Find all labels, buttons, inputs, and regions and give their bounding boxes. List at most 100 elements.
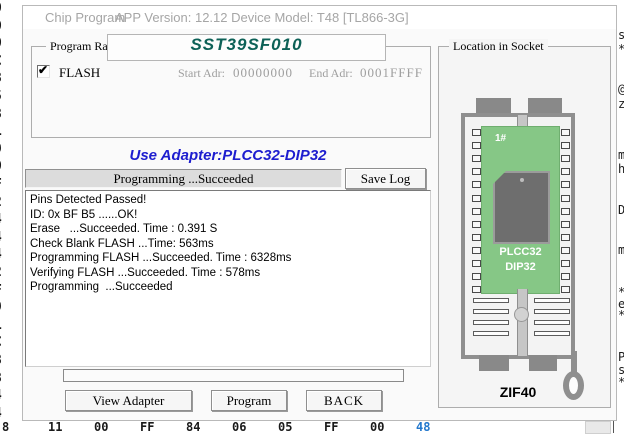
- socket-pin-left: [472, 286, 481, 293]
- background-hex-char: 3: [0, 71, 2, 86]
- background-hex-char: F: [0, 283, 2, 298]
- socket-bottom-tab-left: [479, 355, 509, 371]
- background-hex-char: 0: [0, 1, 2, 16]
- background-hex-char: C: [0, 54, 2, 69]
- end-adr-label: End Adr:: [309, 66, 353, 81]
- background-hex-char: 9: [0, 142, 2, 157]
- socket-pin-right: [561, 208, 570, 215]
- start-adr-value: 00000000: [233, 65, 293, 81]
- flash-checkbox[interactable]: ✔: [37, 65, 50, 78]
- status-progress-bar: Programming ...Succeeded: [25, 169, 342, 188]
- view-adapter-button[interactable]: View Adapter: [65, 390, 192, 411]
- background-hex-char: 4: [0, 247, 2, 262]
- end-adr-value: 0001FFFF: [360, 65, 423, 81]
- background-hex-char: 0: [0, 159, 2, 174]
- background-hex-byte: 84: [186, 420, 200, 434]
- location-in-socket-label: Location in Socket: [449, 39, 548, 54]
- socket-pin-right: [561, 234, 570, 241]
- background-hex-char: F: [0, 177, 2, 192]
- background-hex-char: 9: [0, 300, 2, 315]
- adapter-board-label-2: DIP32: [481, 261, 560, 273]
- background-hex-char: 5: [0, 89, 2, 104]
- dialog-title: Chip Program: [45, 10, 125, 25]
- dialog-subtitle: APP Version: 12.12 Device Model: T48 [TL…: [115, 10, 409, 25]
- socket-pin-right: [561, 129, 570, 136]
- background-ascii-char: P: [618, 350, 624, 364]
- background-hex-char: 3: [0, 107, 2, 122]
- background-hex-char: 4: [0, 388, 2, 403]
- socket-pin-right: [561, 273, 570, 280]
- background-hex-char: 8: [0, 371, 2, 386]
- adapter-board-label-1: PLCC32: [481, 246, 560, 258]
- socket-stem-nut: [514, 307, 529, 322]
- background-ascii-char: *: [618, 42, 624, 56]
- background-ascii-char: *: [618, 375, 624, 389]
- background-hex-char: 1: [0, 124, 2, 139]
- plcc32-chip: [493, 171, 550, 244]
- socket-pin-left: [472, 221, 481, 228]
- socket-slot-right: [534, 320, 570, 325]
- background-hex-char: 0: [0, 36, 2, 51]
- board-ref-label: 1#: [495, 133, 506, 144]
- operation-progress-bar: [63, 369, 404, 382]
- screen: { "titlebar": { "title": "Chip Program",…: [0, 0, 624, 433]
- socket-pin-right: [561, 221, 570, 228]
- start-adr-label: Start Adr:: [178, 66, 225, 81]
- socket-slot-left: [473, 309, 509, 314]
- background-hex-char: C: [0, 335, 2, 350]
- background-hex-column: 000C353190F24442F91C8844: [0, 0, 12, 433]
- background-hex-byte: FF: [324, 420, 338, 434]
- checkmark-icon: ✔: [38, 63, 48, 77]
- use-adapter-notice: Use Adapter:PLCC32-DIP32: [23, 147, 433, 164]
- chip-program-dialog: Chip Program APP Version: 12.12 Device M…: [22, 5, 617, 421]
- background-hex-char: 0: [0, 19, 2, 34]
- socket-pin-right: [561, 286, 570, 293]
- socket-slot-left: [473, 320, 509, 325]
- chip-corner-cut: [493, 171, 506, 184]
- back-button[interactable]: BACK: [306, 390, 382, 411]
- socket-slot-left: [473, 298, 509, 303]
- log-line: Pins Detected Passed!: [30, 193, 426, 208]
- log-line: Erase ...Succeeded. Time : 0.391 S: [30, 222, 426, 237]
- log-area[interactable]: Pins Detected Passed!ID: 0x BF B5 ......…: [25, 190, 431, 367]
- device-name-banner: SST39SF010: [107, 34, 386, 61]
- program-button[interactable]: Program: [211, 390, 287, 411]
- background-scrollbar-fragment: [585, 421, 611, 434]
- chip-pin1-dot: [520, 178, 524, 182]
- background-ascii-char: *: [618, 308, 624, 322]
- background-hex-char: 8: [0, 353, 2, 368]
- socket-pin-right: [561, 155, 570, 162]
- background-ascii-char: m: [618, 148, 624, 162]
- socket-pin-right: [561, 195, 570, 202]
- socket-top-tab-left: [476, 98, 511, 114]
- socket-pin-right: [561, 142, 570, 149]
- socket-pin-left: [472, 155, 481, 162]
- log-line: Verifying FLASH ...Succeeded. Time : 578…: [30, 266, 426, 281]
- socket-pin-left: [472, 260, 481, 267]
- socket-slot-right: [534, 331, 570, 336]
- background-window-divider: [613, 420, 614, 433]
- log-line: Programming ...Succeeded: [30, 280, 426, 295]
- background-ascii-column: s*@zmhDm*e*Ps*: [618, 0, 624, 433]
- flash-checkbox-label: FLASH: [59, 65, 100, 81]
- log-line: Check Blank FLASH ...Time: 563ms: [30, 237, 426, 252]
- socket-pin-left: [472, 208, 481, 215]
- background-hex-byte: 00: [94, 420, 108, 434]
- log-line: ID: 0x BF B5 ......OK!: [30, 208, 426, 223]
- background-hex-selected: 48: [416, 420, 430, 434]
- background-hex-row: 48 81100FF840605FF00: [0, 420, 624, 433]
- socket-pin-left: [472, 142, 481, 149]
- background-hex-byte: 11: [48, 420, 62, 434]
- socket-pin-left: [472, 273, 481, 280]
- background-hex-char: 4: [0, 406, 2, 421]
- socket-pin-left: [472, 195, 481, 202]
- background-hex-char: 4: [0, 212, 2, 227]
- background-ascii-char: h: [618, 162, 624, 176]
- background-hex-byte: FF: [140, 420, 154, 434]
- dialog-titlebar: Chip Program APP Version: 12.12 Device M…: [23, 6, 616, 29]
- socket-pin-right: [561, 260, 570, 267]
- socket-pin-left: [472, 181, 481, 188]
- save-log-button[interactable]: Save Log: [345, 168, 426, 189]
- socket-center-stem-bottom: [517, 289, 528, 356]
- background-hex-byte: 05: [278, 420, 292, 434]
